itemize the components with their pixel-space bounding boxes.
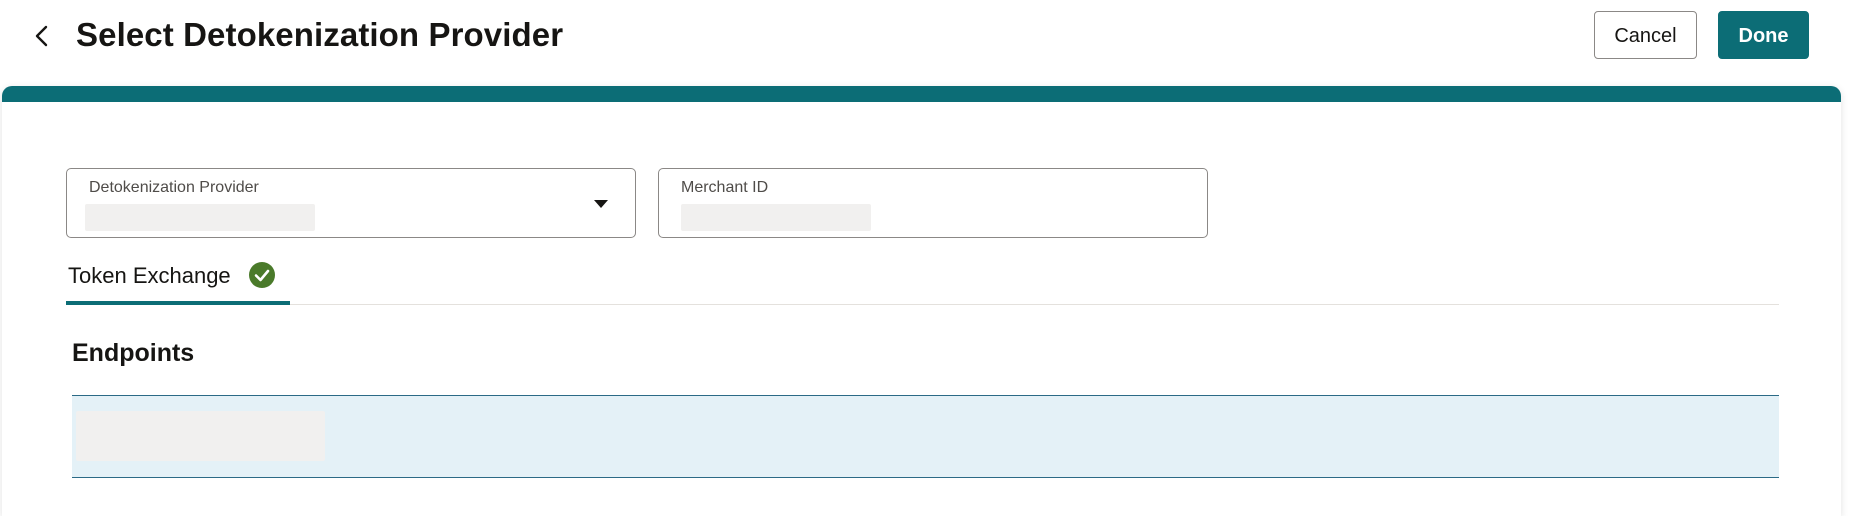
page-title: Select Detokenization Provider <box>76 16 564 53</box>
chevron-left-icon <box>35 25 48 47</box>
check-circle-icon <box>249 262 275 288</box>
merchant-id-value <box>681 204 871 231</box>
endpoint-row[interactable] <box>72 395 1779 478</box>
detokenization-provider-label: Detokenization Provider <box>89 179 259 196</box>
tab-token-exchange-label: Token Exchange <box>68 263 231 288</box>
endpoint-value <box>76 411 325 461</box>
tab-bar: Token Exchange <box>66 250 1779 305</box>
back-button[interactable] <box>24 18 60 54</box>
endpoints-title: Endpoints <box>72 339 195 367</box>
page-header: Select Detokenization Provider Cancel Do… <box>0 0 1854 86</box>
provider-card: Detokenization Provider Merchant ID Toke… <box>2 86 1841 516</box>
detokenization-provider-value <box>85 204 315 231</box>
detokenization-provider-select[interactable]: Detokenization Provider <box>66 168 636 238</box>
tab-token-exchange[interactable]: Token Exchange <box>66 250 290 305</box>
card-accent-bar <box>2 86 1841 102</box>
done-button[interactable]: Done <box>1718 11 1809 59</box>
caret-down-icon[interactable] <box>592 195 610 213</box>
tab-selected-indicator <box>66 301 290 305</box>
merchant-id-field[interactable]: Merchant ID <box>658 168 1208 238</box>
merchant-id-label: Merchant ID <box>681 179 769 196</box>
cancel-button[interactable]: Cancel <box>1594 11 1697 59</box>
